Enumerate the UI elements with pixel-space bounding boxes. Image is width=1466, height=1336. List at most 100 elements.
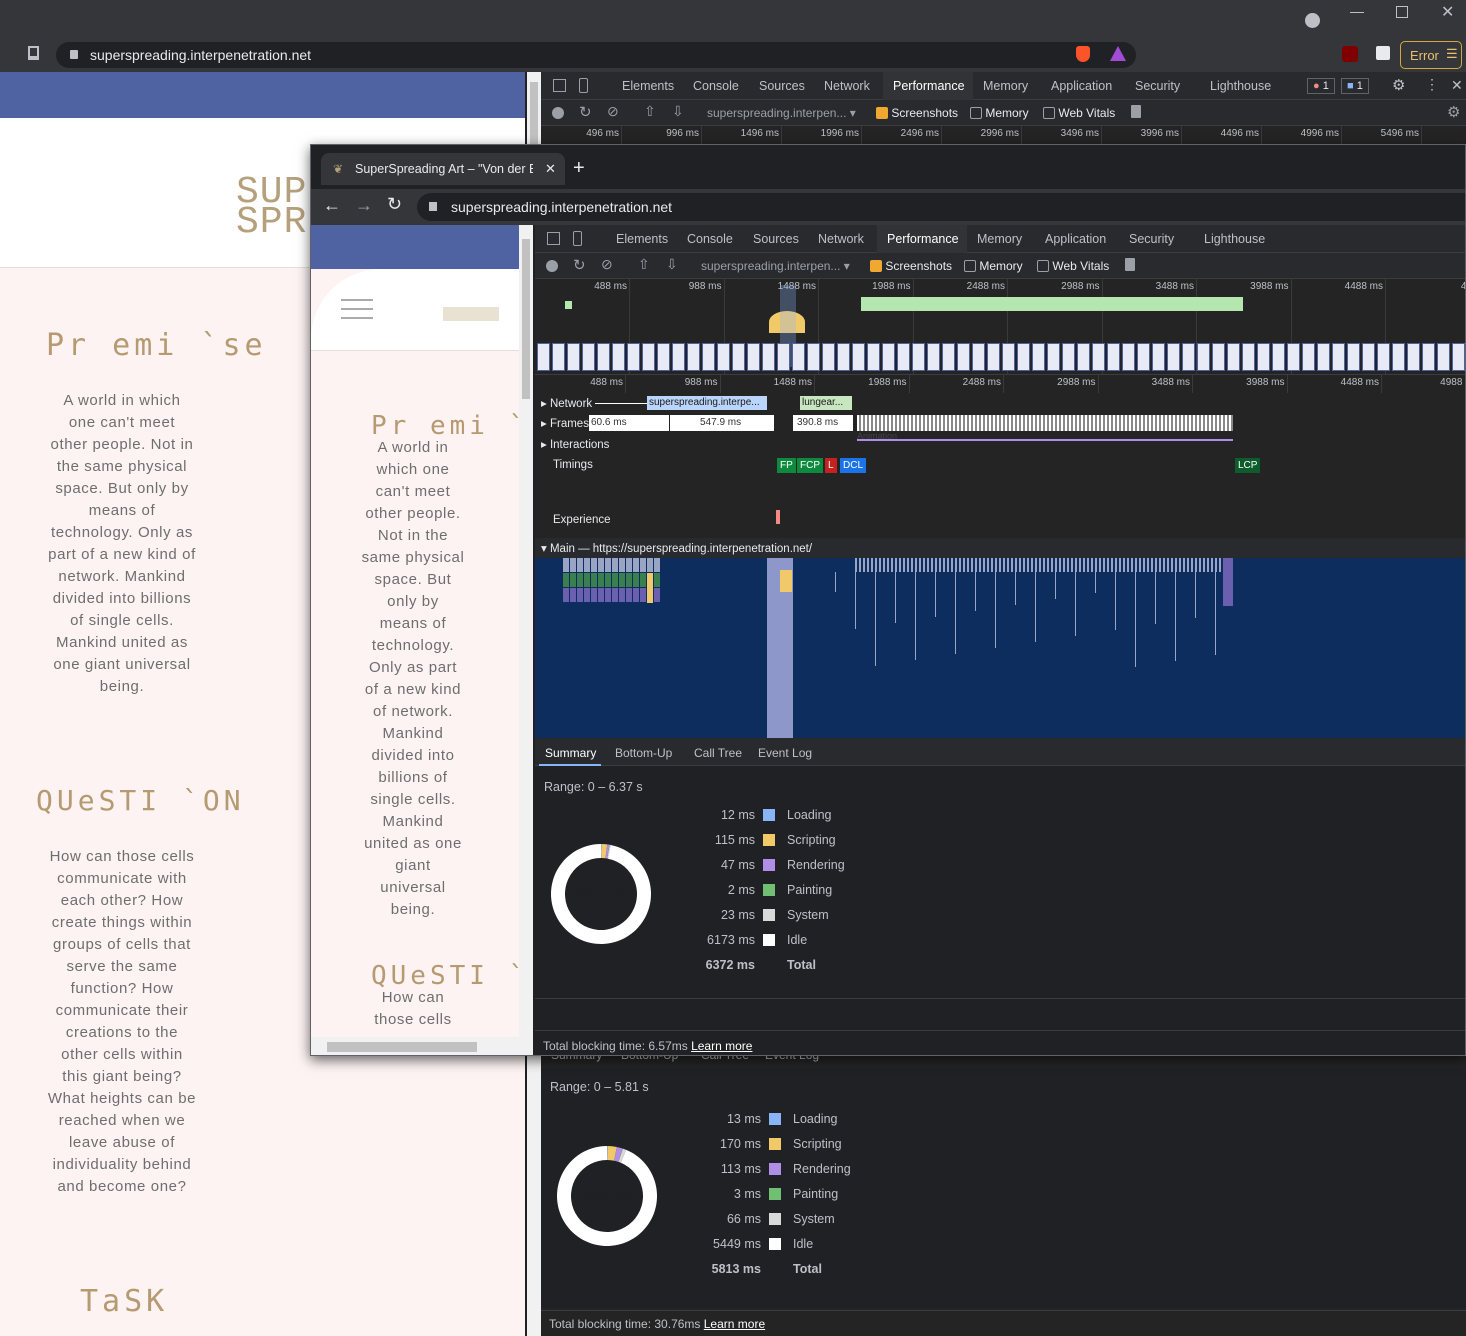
mobile-logo[interactable]: [443, 307, 499, 321]
tab-console[interactable]: Console: [687, 232, 733, 246]
screenshot-thumb[interactable]: [1437, 343, 1450, 371]
flame-task[interactable]: [640, 558, 646, 572]
flame-task[interactable]: [577, 588, 583, 602]
settings-gear-icon[interactable]: ⚙: [1392, 76, 1405, 94]
screenshots-checkbox[interactable]: Screenshots: [870, 259, 952, 273]
mobile-scrollbar[interactable]: [519, 225, 533, 1037]
site-logo[interactable]: SUP SPR: [236, 174, 307, 242]
timeline-overview[interactable]: 488 ms 988 ms 1488 ms 1988 ms 2488 ms 2988 ms…: [535, 279, 1465, 375]
screenshot-thumb[interactable]: [762, 343, 775, 371]
close-devtools-icon[interactable]: ✕: [1451, 77, 1463, 94]
forward-icon[interactable]: →: [355, 195, 373, 216]
screenshot-thumb[interactable]: [1422, 343, 1435, 371]
frame-block[interactable]: 60.6 ms: [589, 415, 669, 431]
screenshot-thumb[interactable]: [1377, 343, 1390, 371]
reload-record-icon[interactable]: ↻: [573, 256, 586, 274]
screenshot-thumb[interactable]: [1347, 343, 1360, 371]
tab-memory[interactable]: Memory: [983, 79, 1028, 93]
screenshot-thumb[interactable]: [987, 343, 1000, 371]
screenshot-thumb[interactable]: [1017, 343, 1030, 371]
tab-application[interactable]: Application: [1045, 232, 1106, 246]
flame-task[interactable]: [577, 558, 583, 572]
flame-task[interactable]: [654, 573, 660, 587]
inspect-icon[interactable]: [547, 232, 560, 245]
frame-block[interactable]: 547.9 ms: [670, 415, 774, 431]
screenshot-thumb[interactable]: [942, 343, 955, 371]
screenshot-thumb[interactable]: [822, 343, 835, 371]
screenshot-thumb[interactable]: [882, 343, 895, 371]
screenshot-thumb[interactable]: [657, 343, 670, 371]
screenshot-thumb[interactable]: [582, 343, 595, 371]
flame-task[interactable]: [598, 573, 604, 587]
interactions-track-label[interactable]: ▸ Interactions: [541, 437, 609, 451]
maximize-button[interactable]: [1396, 6, 1408, 18]
flame-task[interactable]: [563, 573, 569, 587]
event-log-tab[interactable]: Event Log: [758, 746, 812, 760]
inspect-icon[interactable]: [553, 79, 566, 92]
tab-lighthouse[interactable]: Lighthouse: [1210, 79, 1271, 93]
error-count-badge[interactable]: ● 1: [1307, 78, 1335, 94]
flame-task[interactable]: [605, 573, 611, 587]
trash-icon[interactable]: [1131, 105, 1141, 118]
network-track-label[interactable]: ▸ Network: [541, 396, 592, 410]
web-vitals-checkbox[interactable]: Web Vitals: [1037, 259, 1109, 273]
screenshot-thumb[interactable]: [1167, 343, 1180, 371]
screenshot-thumb[interactable]: [1392, 343, 1405, 371]
screenshot-thumb[interactable]: [1362, 343, 1375, 371]
screenshot-thumb[interactable]: [1047, 343, 1060, 371]
extensions-icon[interactable]: [1376, 46, 1390, 60]
hamburger-menu-icon[interactable]: [341, 299, 373, 319]
flame-task[interactable]: [633, 588, 639, 602]
screenshot-thumb[interactable]: [1227, 343, 1240, 371]
screenshot-thumb[interactable]: [867, 343, 880, 371]
screenshot-thumb[interactable]: [1092, 343, 1105, 371]
profile-select[interactable]: superspreading.interpen... ▾: [701, 259, 850, 273]
screenshot-thumb[interactable]: [702, 343, 715, 371]
screenshot-thumb[interactable]: [807, 343, 820, 371]
flame-task[interactable]: [591, 573, 597, 587]
back-icon[interactable]: ←: [323, 195, 341, 216]
screenshot-thumb[interactable]: [1272, 343, 1285, 371]
screenshot-thumb[interactable]: [537, 343, 550, 371]
frame-block[interactable]: 390.8 ms: [793, 415, 853, 431]
flame-task[interactable]: [612, 588, 618, 602]
trash-icon[interactable]: [1125, 258, 1135, 271]
screenshot-thumb[interactable]: [1317, 343, 1330, 371]
screenshot-thumb[interactable]: [1242, 343, 1255, 371]
screenshot-thumb[interactable]: [1197, 343, 1210, 371]
screenshot-thumb[interactable]: [957, 343, 970, 371]
flame-task[interactable]: [563, 588, 569, 602]
screenshot-thumb[interactable]: [792, 343, 805, 371]
device-toggle-icon[interactable]: [579, 78, 588, 93]
more-options-icon[interactable]: ⋮: [1425, 76, 1439, 93]
screenshot-thumb[interactable]: [552, 343, 565, 371]
marker-dcl[interactable]: DCL: [840, 458, 867, 473]
reload-icon[interactable]: ↻: [387, 194, 402, 215]
flame-task[interactable]: [591, 558, 597, 572]
animation-bar[interactable]: Animation: [857, 431, 1233, 441]
screenshot-thumb[interactable]: [777, 343, 790, 371]
tab-close-icon[interactable]: ✕: [545, 161, 556, 177]
screenshot-thumb[interactable]: [927, 343, 940, 371]
download-icon[interactable]: ⇩: [672, 103, 684, 120]
tab-console[interactable]: Console: [693, 79, 739, 93]
tab-application[interactable]: Application: [1051, 79, 1112, 93]
download-icon[interactable]: ⇩: [666, 256, 678, 273]
tab-lighthouse[interactable]: Lighthouse: [1204, 232, 1265, 246]
flame-task[interactable]: [640, 573, 646, 587]
close-window-button[interactable]: ✕: [1441, 2, 1454, 22]
record-icon[interactable]: [546, 260, 558, 272]
flame-task[interactable]: [584, 573, 590, 587]
flame-task[interactable]: [654, 588, 660, 602]
flame-task[interactable]: [612, 573, 618, 587]
screenshot-thumb[interactable]: [972, 343, 985, 371]
screenshot-thumb[interactable]: [837, 343, 850, 371]
tab-performance[interactable]: Performance: [893, 79, 965, 93]
clear-icon[interactable]: ⊘: [601, 256, 613, 273]
rewards-icon[interactable]: [1110, 46, 1126, 61]
flame-task[interactable]: [626, 558, 632, 572]
network-request-bar[interactable]: superspreading.interpe...: [647, 396, 767, 410]
screenshot-thumb[interactable]: [597, 343, 610, 371]
web-vitals-checkbox[interactable]: Web Vitals: [1043, 106, 1115, 120]
screenshot-thumb[interactable]: [1182, 343, 1195, 371]
